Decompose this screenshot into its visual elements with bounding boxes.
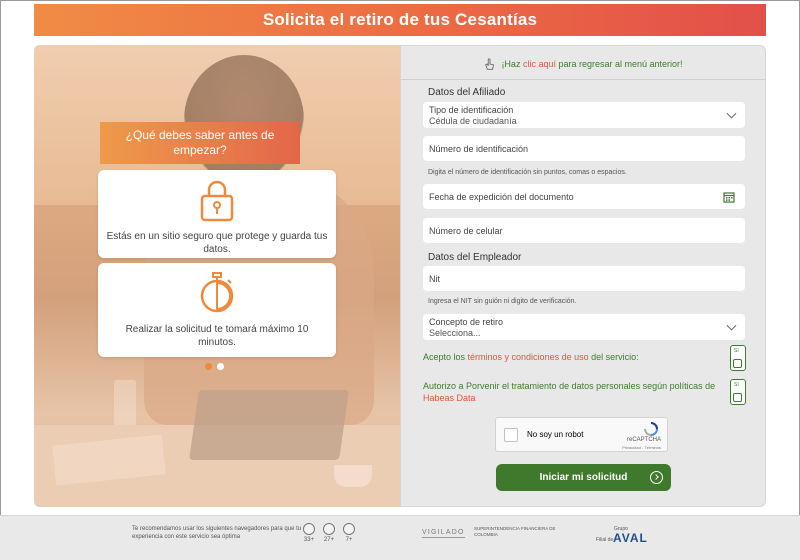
id-type-value: Cédula de ciudadanía (429, 116, 517, 126)
submit-button[interactable]: Iniciar mi solicitud (496, 464, 671, 491)
browser-note: Te recomendamos usar los siguientes nave… (132, 526, 302, 540)
nit-hint: Ingresa el NIT sin guión ni digito de ve… (428, 298, 577, 305)
browser-firefox: 27+ (322, 523, 336, 543)
back-link-text: ¡Haz clic aquí para regresar al menú ant… (501, 59, 682, 69)
toggle-knob (733, 359, 742, 368)
chrome-icon (303, 523, 315, 535)
arrow-right-icon (650, 471, 663, 484)
toggle-label: Sí (734, 382, 739, 388)
info-card-time: Realizar la solicitud te tomará máximo 1… (98, 263, 336, 357)
firefox-icon (323, 523, 335, 535)
info-card-security: Estás en un sitio seguro que protege y g… (98, 170, 336, 258)
browser-chrome: 33+ (302, 523, 316, 543)
info-card-text: Realizar la solicitud te tomará máximo 1… (125, 324, 309, 348)
terms-consent-text: Acepto los términos y condiciones de uso… (423, 351, 723, 363)
data-consent-text: Autorizo a Porvenir el tratamiento de da… (423, 380, 723, 404)
filial-label: Filial de (596, 537, 614, 543)
chevron-down-icon (726, 320, 737, 331)
lock-icon (200, 180, 234, 222)
concept-select[interactable]: Concepto de retiro Selecciona... (423, 314, 745, 340)
info-card-text: Estás en un sitio seguro que protege y g… (106, 231, 328, 255)
browser-version: 27+ (323, 537, 335, 543)
toggle-knob (733, 393, 742, 402)
mobile-field[interactable]: Número de celular (423, 218, 745, 243)
header-banner: Solicita el retiro de tus Cesantías (34, 4, 766, 36)
footer: Te recomendamos usar los siguientes nave… (0, 515, 800, 560)
submit-label: Iniciar mi solicitud (539, 472, 628, 483)
safari-icon (343, 523, 355, 535)
toggle-label: Sí (734, 348, 739, 354)
terms-prefix: Acepto los (423, 352, 468, 362)
vigilado-label: VIGILADO (422, 529, 465, 538)
carousel-dot[interactable] (205, 363, 212, 370)
browser-safari: 7+ (342, 523, 356, 543)
pointer-hand-icon (485, 58, 495, 70)
habeas-data-link[interactable]: Habeas Data (423, 393, 476, 403)
back-link-anchor[interactable]: clic aquí (523, 59, 556, 69)
id-type-label: Tipo de identificación (429, 105, 514, 115)
recaptcha-checkbox[interactable] (504, 428, 518, 442)
form-panel: ¡Haz clic aquí para regresar al menú ant… (400, 45, 766, 507)
grupo-aval-logo: Grupo Filial de AVAL (596, 526, 666, 546)
data-consent-prefix: Autorizo a Porvenir el tratamiento de da… (423, 381, 716, 391)
issue-date-field[interactable]: Fecha de expedición del documento (423, 184, 745, 209)
back-link-prefix: ¡Haz (501, 59, 523, 69)
info-heading: ¿Qué debes saber antes de empezar? (100, 122, 300, 164)
browser-version: 33+ (303, 537, 315, 543)
recaptcha-brand: reCAPTCHA (626, 437, 661, 443)
terms-toggle[interactable]: Sí (730, 345, 746, 371)
recaptcha-widget: No soy un robot reCAPTCHA Privacidad - T… (495, 417, 668, 452)
nit-field[interactable]: Nit (423, 266, 745, 291)
aval-label: AVAL (613, 531, 648, 545)
calendar-icon[interactable] (723, 191, 735, 203)
id-number-field[interactable]: Número de identificación (423, 136, 745, 161)
recaptcha-logo-icon (644, 422, 658, 436)
data-toggle[interactable]: Sí (730, 379, 746, 405)
recaptcha-terms[interactable]: Privacidad - Términos (622, 445, 661, 450)
carousel-dot[interactable] (217, 363, 224, 370)
terms-link[interactable]: términos y condiciones de uso (468, 352, 589, 362)
divider (401, 79, 765, 80)
terms-suffix: del servicio: (588, 352, 639, 362)
page-title: Solicita el retiro de tus Cesantías (262, 10, 538, 29)
id-number-placeholder: Número de identificación (429, 144, 529, 154)
id-type-select[interactable]: Tipo de identificación Cédula de ciudada… (423, 102, 745, 128)
back-link-suffix: para regresar al menú anterior! (555, 59, 683, 69)
concept-label: Concepto de retiro (429, 317, 504, 327)
superintendencia-label: SUPERINTENDENCIA FINANCIERA DE COLOMBIA (474, 526, 556, 537)
recaptcha-label: No soy un robot (527, 430, 584, 439)
id-number-hint: Digita el número de identificación sin p… (428, 169, 627, 176)
issue-date-placeholder: Fecha de expedición del documento (429, 192, 574, 202)
affiliate-section-title: Datos del Afiliado (428, 87, 506, 98)
carousel-dots (205, 363, 224, 370)
back-link[interactable]: ¡Haz clic aquí para regresar al menú ant… (401, 54, 765, 74)
chevron-down-icon (726, 108, 737, 119)
mobile-placeholder: Número de celular (429, 226, 503, 236)
nit-placeholder: Nit (429, 274, 440, 284)
concept-value: Selecciona... (429, 328, 481, 338)
browser-version: 7+ (345, 537, 353, 543)
stopwatch-icon (200, 272, 234, 313)
employer-section-title: Datos del Empleador (428, 252, 522, 263)
